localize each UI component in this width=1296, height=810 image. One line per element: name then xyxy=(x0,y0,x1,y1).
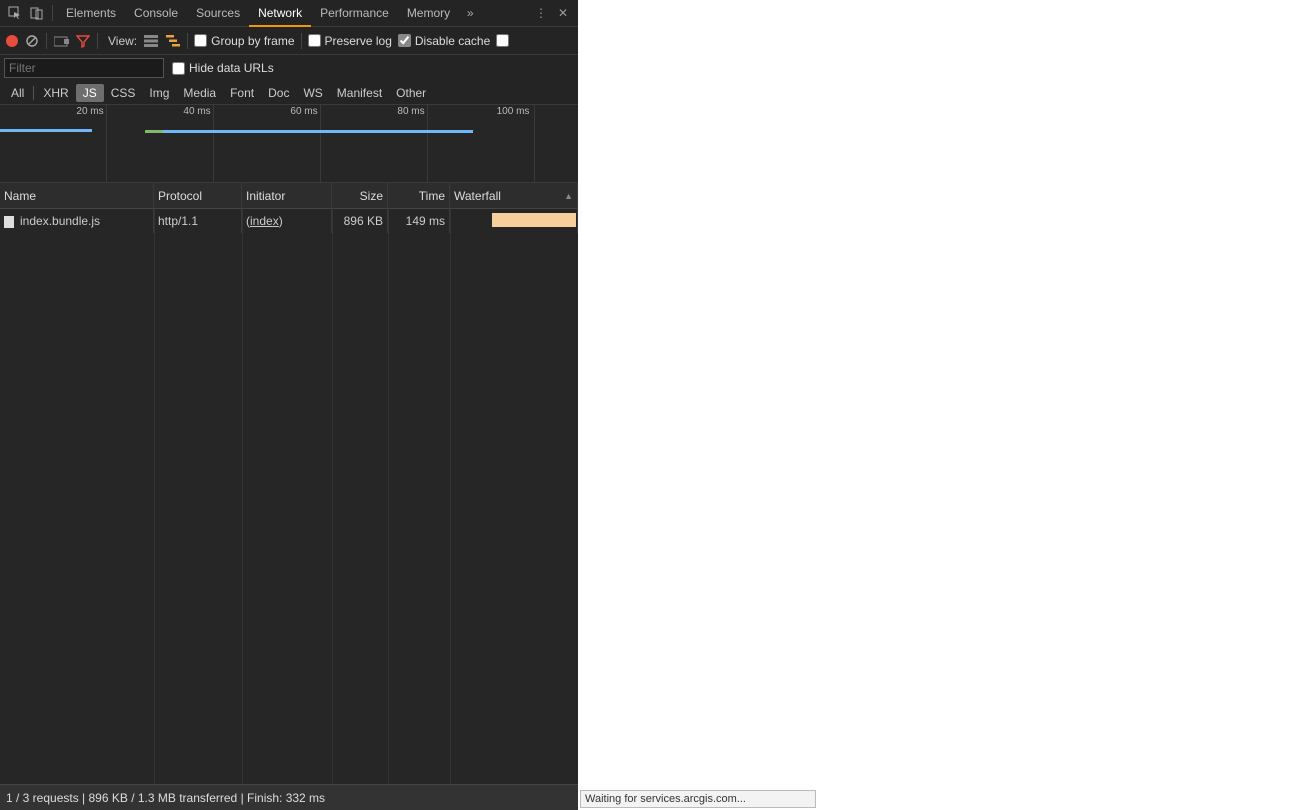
separator xyxy=(97,33,98,49)
preserve-log-label: Preserve log xyxy=(325,34,392,48)
filter-manifest[interactable]: Manifest xyxy=(330,84,389,102)
col-time[interactable]: Time xyxy=(388,183,450,209)
network-toolbar: View: Group by frame Preserve log Disabl… xyxy=(0,27,578,55)
devtools-panel: Elements Console Sources Network Perform… xyxy=(0,0,578,810)
tab-network[interactable]: Network xyxy=(249,0,311,27)
cell-time: 149 ms xyxy=(388,209,450,233)
tab-performance[interactable]: Performance xyxy=(311,0,398,27)
filter-media[interactable]: Media xyxy=(176,84,223,102)
cell-size: 896 KB xyxy=(332,209,388,233)
cell-waterfall xyxy=(450,209,578,233)
cell-initiator[interactable]: (index) xyxy=(242,209,332,233)
filter-font[interactable]: Font xyxy=(223,84,261,102)
separator xyxy=(33,86,34,100)
waterfall-bar xyxy=(492,213,576,227)
tick-label: 100 ms xyxy=(497,106,530,117)
disable-cache-label: Disable cache xyxy=(415,34,490,48)
separator xyxy=(46,33,47,49)
disable-cache-checkbox[interactable]: Disable cache xyxy=(398,34,490,48)
tab-console[interactable]: Console xyxy=(125,0,187,27)
tab-sources[interactable]: Sources xyxy=(187,0,249,27)
view-label: View: xyxy=(108,34,137,48)
waterfall-view-icon[interactable] xyxy=(165,33,181,49)
col-protocol[interactable]: Protocol xyxy=(154,183,242,209)
tick-label: 20 ms xyxy=(76,106,103,117)
col-initiator[interactable]: Initiator xyxy=(242,183,332,209)
filter-icon[interactable] xyxy=(75,33,91,49)
overview-bar xyxy=(0,129,92,132)
overview-bar xyxy=(163,130,473,133)
cell-name: index.bundle.js xyxy=(0,209,154,233)
col-waterfall[interactable]: Waterfall ▲ xyxy=(450,183,578,209)
page-content-area xyxy=(578,0,1296,810)
separator xyxy=(187,33,188,49)
record-button[interactable] xyxy=(6,35,18,47)
clear-button[interactable] xyxy=(24,33,40,49)
filter-img[interactable]: Img xyxy=(142,84,176,102)
tab-elements[interactable]: Elements xyxy=(57,0,125,27)
filter-other[interactable]: Other xyxy=(389,84,433,102)
tick-label: 40 ms xyxy=(183,106,210,117)
network-table-body: index.bundle.js http/1.1 (index) 896 KB … xyxy=(0,209,578,784)
cell-protocol: http/1.1 xyxy=(154,209,242,233)
group-by-frame-checkbox[interactable]: Group by frame xyxy=(194,34,294,48)
table-row[interactable]: index.bundle.js http/1.1 (index) 896 KB … xyxy=(0,209,578,233)
tab-memory[interactable]: Memory xyxy=(398,0,459,27)
filter-css[interactable]: CSS xyxy=(104,84,143,102)
resource-type-filter: All XHR JS CSS Img Media Font Doc WS Man… xyxy=(0,81,578,105)
toggle-device-icon[interactable] xyxy=(26,2,48,24)
col-name[interactable]: Name xyxy=(0,183,154,209)
preserve-log-checkbox[interactable]: Preserve log xyxy=(308,34,392,48)
sort-asc-icon: ▲ xyxy=(564,183,573,209)
separator xyxy=(301,33,302,49)
more-tabs-icon[interactable]: » xyxy=(459,2,481,24)
filter-ws[interactable]: WS xyxy=(296,84,329,102)
status-text: 1 / 3 requests | 896 KB / 1.3 MB transfe… xyxy=(6,791,325,805)
hide-data-urls-checkbox[interactable]: Hide data URLs xyxy=(172,61,274,75)
filter-xhr[interactable]: XHR xyxy=(36,84,75,102)
tick-label: 60 ms xyxy=(290,106,317,117)
file-name: index.bundle.js xyxy=(20,214,100,228)
offline-checkbox-partial[interactable] xyxy=(496,34,509,47)
devtools-tabbar: Elements Console Sources Network Perform… xyxy=(0,0,578,27)
status-bar: 1 / 3 requests | 896 KB / 1.3 MB transfe… xyxy=(0,784,578,810)
col-waterfall-label: Waterfall xyxy=(454,189,501,203)
kebab-menu-icon[interactable]: ⋮ xyxy=(530,2,552,24)
hide-data-urls-label: Hide data URLs xyxy=(189,61,274,75)
large-rows-icon[interactable] xyxy=(143,33,159,49)
filter-row: Hide data URLs xyxy=(0,55,578,81)
filter-js[interactable]: JS xyxy=(76,84,104,102)
timeline-overview[interactable]: 20 ms 40 ms 60 ms 80 ms 100 ms xyxy=(0,105,578,183)
tick-label: 80 ms xyxy=(397,106,424,117)
col-size[interactable]: Size xyxy=(332,183,388,209)
network-table-header: Name Protocol Initiator Size Time Waterf… xyxy=(0,183,578,209)
inspect-element-icon[interactable] xyxy=(4,2,26,24)
separator xyxy=(52,5,53,21)
close-devtools-icon[interactable]: ✕ xyxy=(552,2,574,24)
filter-all[interactable]: All xyxy=(4,84,31,102)
filter-doc[interactable]: Doc xyxy=(261,84,296,102)
overview-bar xyxy=(145,130,163,133)
screenshot-icon[interactable] xyxy=(53,33,69,49)
browser-status-tooltip: Waiting for services.arcgis.com... xyxy=(580,790,816,808)
group-by-frame-label: Group by frame xyxy=(211,34,294,48)
file-icon xyxy=(4,216,14,228)
filter-input[interactable] xyxy=(4,58,164,78)
